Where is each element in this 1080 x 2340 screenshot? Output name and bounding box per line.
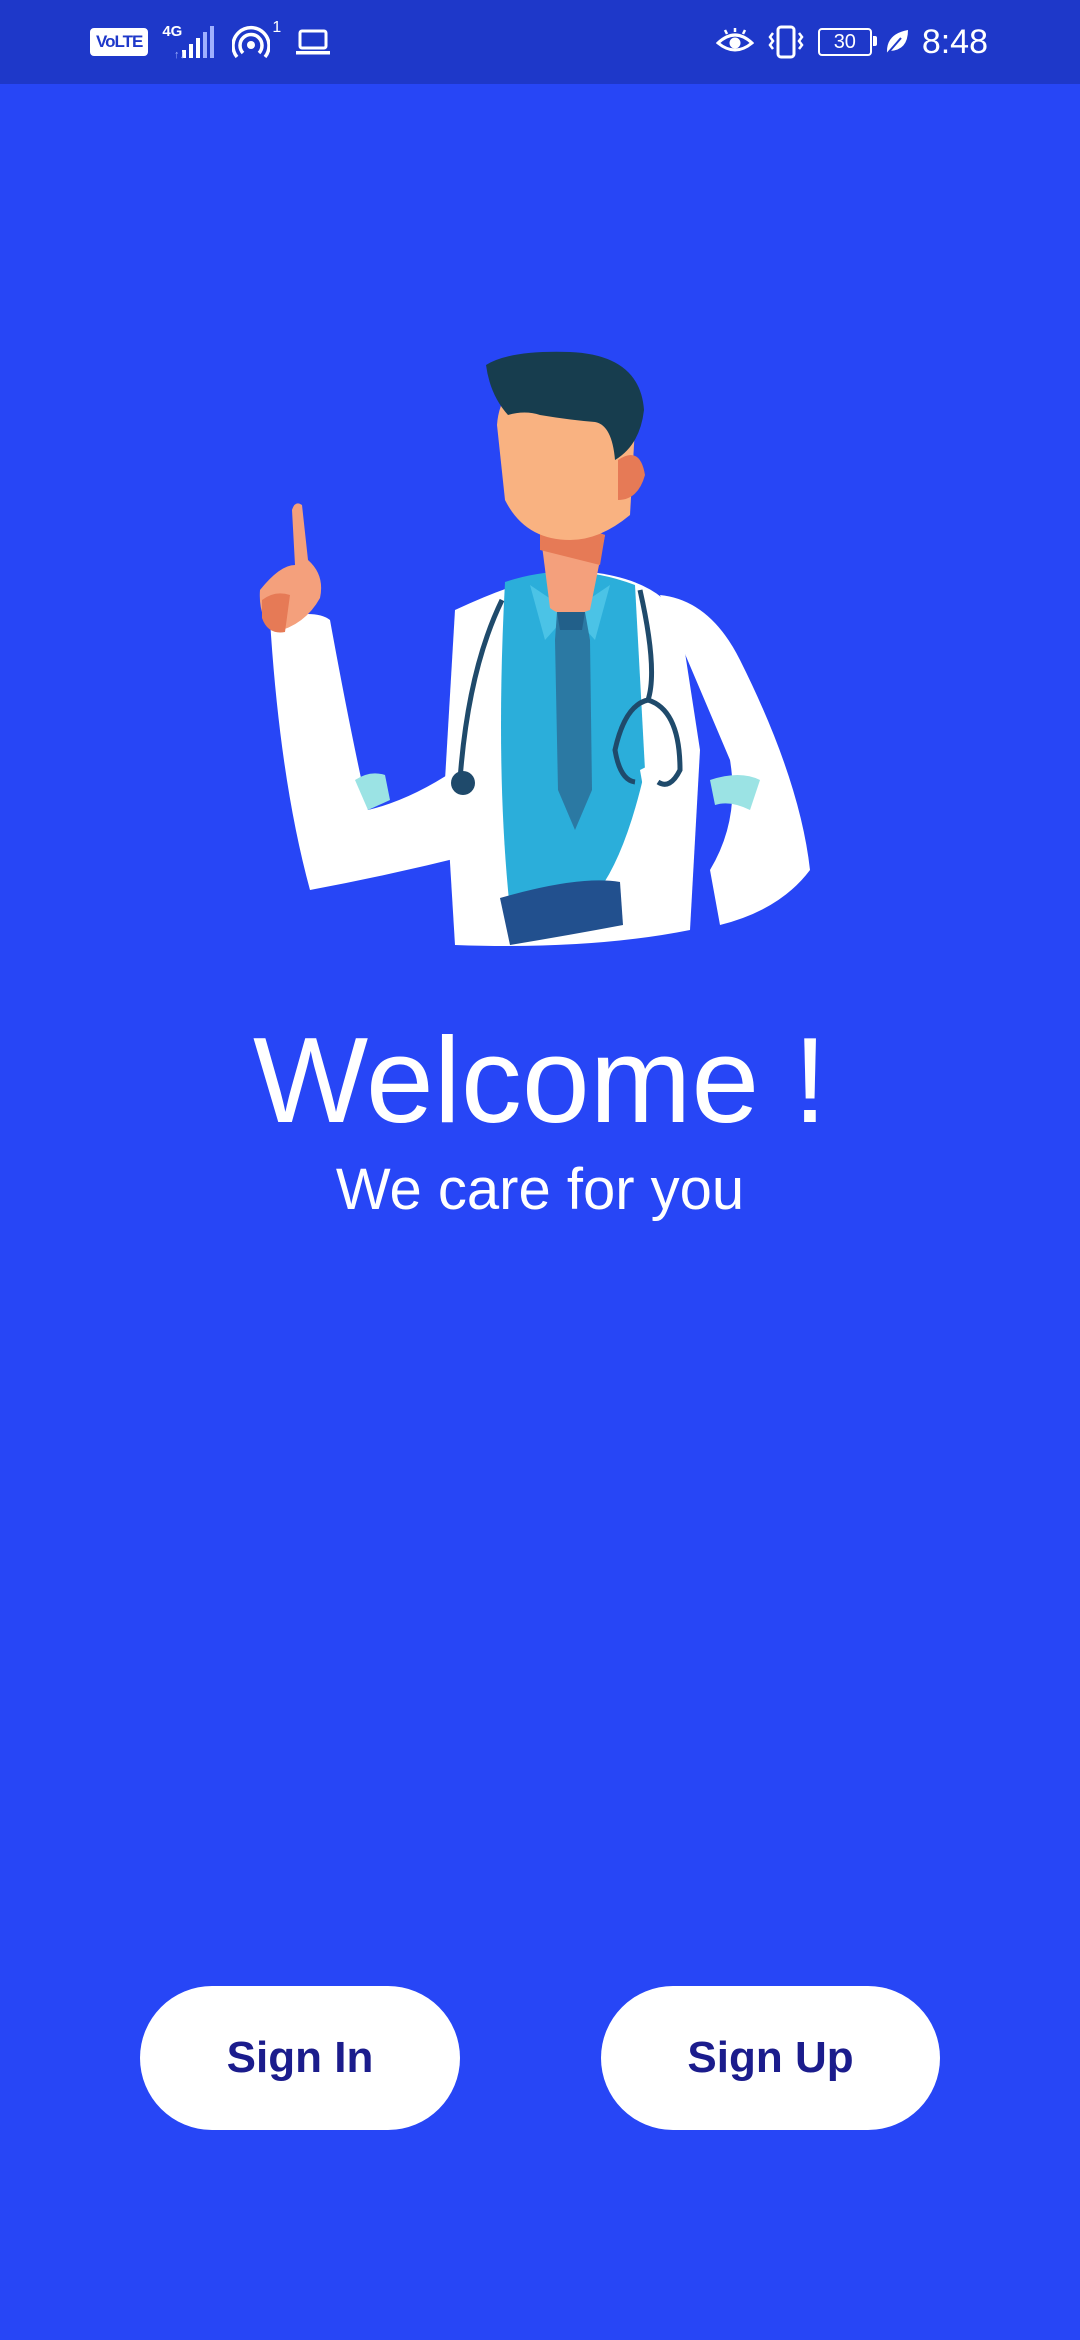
power-saving-leaf-icon	[886, 30, 908, 55]
welcome-subtitle: We care for you	[335, 1157, 745, 1222]
eye-comfort-icon	[715, 28, 754, 52]
sign-up-label: Sign Up	[687, 2033, 854, 2082]
welcome-title: Welcome !	[252, 1012, 828, 1148]
battery-level: 30	[833, 31, 856, 53]
vibrate-icon	[768, 25, 804, 59]
network-indicator: 4G ↑↓	[162, 24, 218, 60]
doctor-illustration	[259, 351, 810, 946]
svg-text:↑↓: ↑↓	[174, 49, 185, 60]
status-bar-left: VoLTE 4G ↑↓ 1	[90, 18, 331, 66]
laptop-icon	[296, 29, 331, 55]
hotspot-icon	[232, 26, 271, 59]
battery-icon: 30	[817, 28, 877, 56]
status-bar: VoLTE 4G ↑↓ 1 30 8:48	[0, 0, 1080, 84]
sign-in-button[interactable]: Sign In	[140, 1986, 460, 2130]
sign-in-label: Sign In	[226, 2033, 374, 2082]
sign-up-button[interactable]: Sign Up	[601, 1986, 940, 2130]
volte-badge: VoLTE	[90, 28, 149, 56]
status-bar-right: 30 8:48	[715, 18, 988, 66]
signal-strength-icon: ↑↓	[174, 26, 215, 60]
hotspot-indicator: 1	[232, 19, 281, 61]
clock: 8:48	[921, 22, 988, 61]
hotspot-count: 1	[272, 19, 282, 36]
